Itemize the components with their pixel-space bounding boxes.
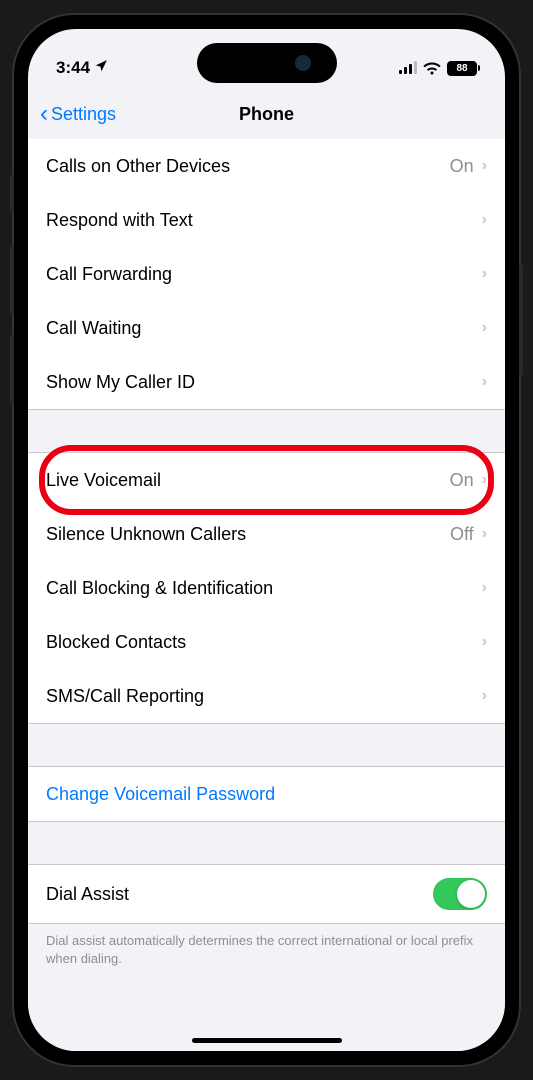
row-label: Dial Assist [46, 884, 433, 905]
page-title: Phone [239, 104, 294, 125]
back-label: Settings [51, 104, 116, 125]
battery-icon: 88 [447, 61, 477, 76]
row-label: Respond with Text [46, 210, 482, 231]
calls-other-devices-row[interactable]: Calls on Other Devices On › [28, 139, 505, 193]
call-forwarding-row[interactable]: Call Forwarding › [28, 247, 505, 301]
chevron-right-icon: › [482, 265, 487, 283]
chevron-right-icon: › [482, 211, 487, 229]
show-caller-id-row[interactable]: Show My Caller ID › [28, 355, 505, 409]
chevron-right-icon: › [482, 319, 487, 337]
home-indicator[interactable] [192, 1038, 342, 1043]
settings-content[interactable]: Calls on Other Devices On › Respond with… [28, 139, 505, 1051]
dial-assist-footer: Dial assist automatically determines the… [28, 924, 505, 976]
chevron-right-icon: › [482, 373, 487, 391]
silence-unknown-callers-row[interactable]: Silence Unknown Callers Off › [28, 507, 505, 561]
row-label: Live Voicemail [46, 470, 450, 491]
status-time: 3:44 [56, 58, 90, 78]
sms-call-reporting-row[interactable]: SMS/Call Reporting › [28, 669, 505, 723]
row-label: Show My Caller ID [46, 372, 482, 393]
row-value: On [450, 156, 474, 177]
row-label: SMS/Call Reporting [46, 686, 482, 707]
blocked-contacts-row[interactable]: Blocked Contacts › [28, 615, 505, 669]
wifi-icon [423, 62, 441, 75]
chevron-back-icon: ‹ [40, 102, 48, 126]
row-label: Call Waiting [46, 318, 482, 339]
row-label: Call Blocking & Identification [46, 578, 482, 599]
chevron-right-icon: › [482, 525, 487, 543]
respond-with-text-row[interactable]: Respond with Text › [28, 193, 505, 247]
location-icon [94, 58, 108, 78]
row-label: Calls on Other Devices [46, 156, 450, 177]
chevron-right-icon: › [482, 579, 487, 597]
row-value: Off [450, 524, 474, 545]
dynamic-island [197, 43, 337, 83]
row-label: Silence Unknown Callers [46, 524, 450, 545]
call-waiting-row[interactable]: Call Waiting › [28, 301, 505, 355]
row-label: Call Forwarding [46, 264, 482, 285]
change-voicemail-password-row[interactable]: Change Voicemail Password [28, 767, 505, 821]
nav-bar: ‹ Settings Phone [28, 89, 505, 139]
cellular-signal-icon [399, 62, 417, 74]
back-button[interactable]: ‹ Settings [40, 102, 116, 126]
chevron-right-icon: › [482, 633, 487, 651]
dial-assist-row[interactable]: Dial Assist [28, 865, 505, 923]
chevron-right-icon: › [482, 687, 487, 705]
dial-assist-toggle[interactable] [433, 878, 487, 910]
row-label: Change Voicemail Password [46, 784, 487, 805]
live-voicemail-row[interactable]: Live Voicemail On › [28, 453, 505, 507]
chevron-right-icon: › [482, 157, 487, 175]
battery-level: 88 [456, 63, 467, 74]
call-blocking-row[interactable]: Call Blocking & Identification › [28, 561, 505, 615]
row-value: On [450, 470, 474, 491]
chevron-right-icon: › [482, 471, 487, 489]
row-label: Blocked Contacts [46, 632, 482, 653]
